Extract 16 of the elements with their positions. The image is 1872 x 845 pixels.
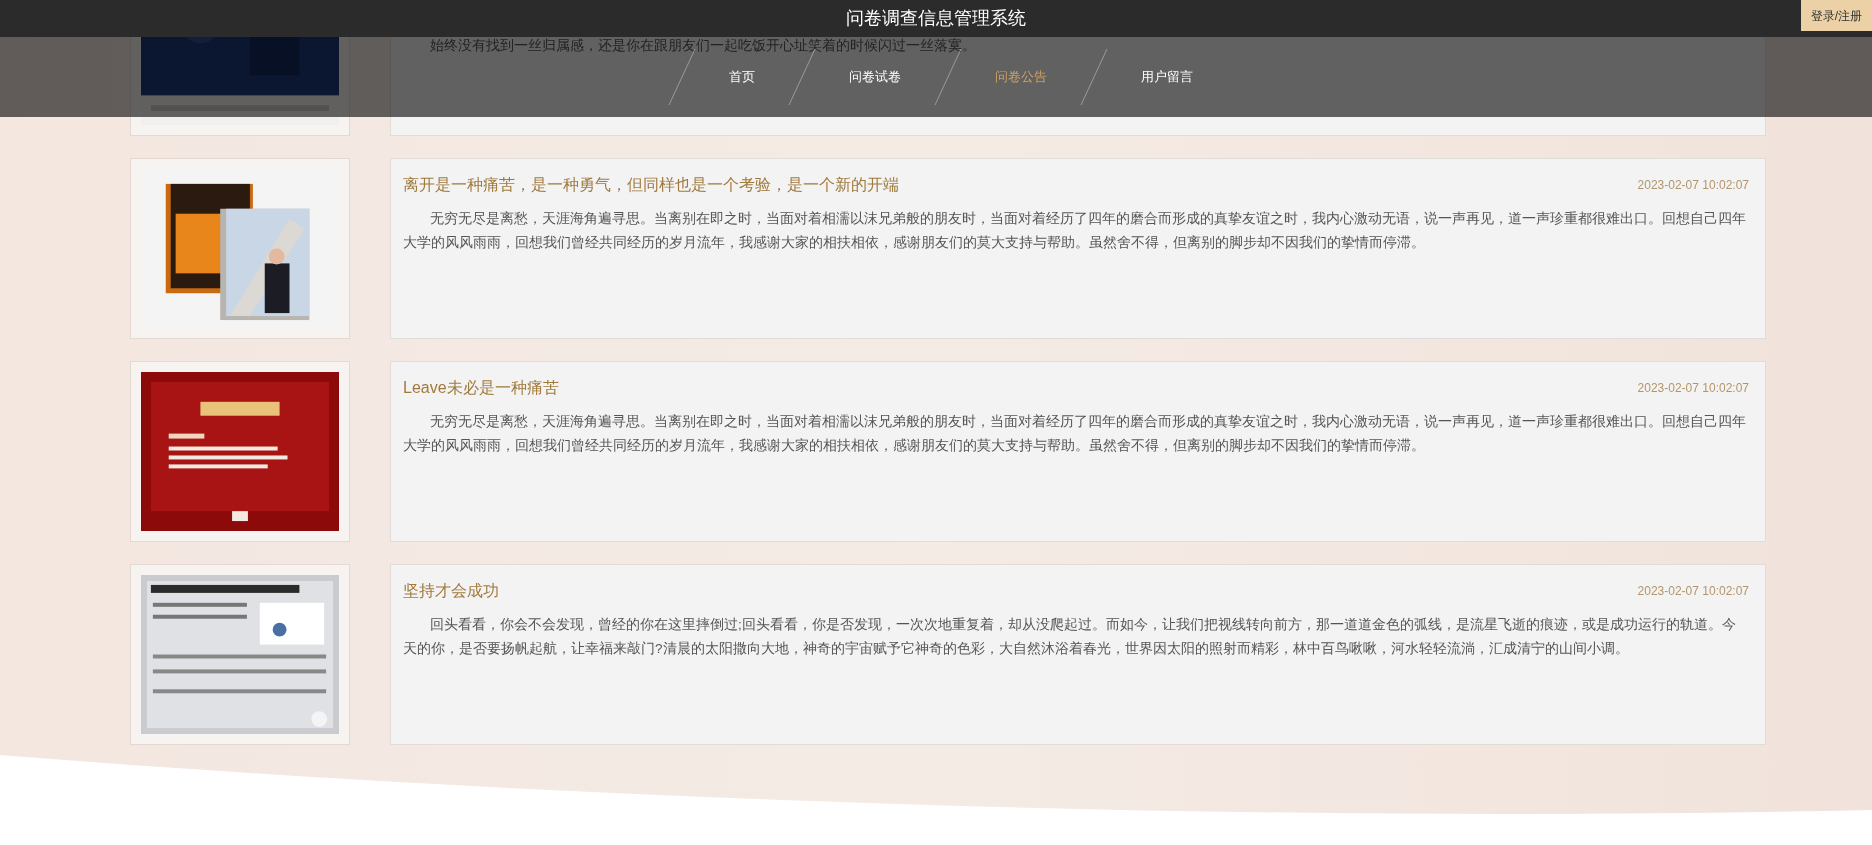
nav-tab[interactable]: 问卷试卷 xyxy=(817,67,933,87)
notice-date: 2023-02-07 10:02:07 xyxy=(1637,583,1749,600)
notice-title[interactable]: 离开是一种痛苦，是一种勇气，但同样也是一个考验，是一个新的开端 xyxy=(403,173,899,197)
notice-body: 无穷无尽是离愁，天涯海角遍寻思。当离别在即之时，当面对着相濡以沫兄弟般的朋友时，当面对着经历了四年的磨合而形成的真挚友谊之时，我内心激动无语，说一声再见，道一声珍重都很难出口。回想自己四年大学的风风雨雨，回想我们曾经共同经历的岁月流年，我感谢大家的相扶相依，感谢朋友们的莫大支持与帮助。虽然舍不得，但离别的脚步却不因我们的挚情而停滞。 xyxy=(403,413,1747,455)
login-button[interactable]: 登录/注册 xyxy=(1800,0,1872,31)
notice-body: 始终没有找到一丝归属感，还是你在跟朋友们一起吃饭开心址笑着的时候闪过一丝落寞。 xyxy=(429,37,977,55)
notice-date: 2023-02-07 10:02:07 xyxy=(1637,380,1749,397)
site-title: 问卷调查信息管理系统 xyxy=(846,7,1026,30)
notice-date: 2023-02-07 10:02:07 xyxy=(1637,177,1749,194)
nav-divider xyxy=(1079,47,1109,107)
notice-body: 无穷无尽是离愁，天涯海角遍寻思。当离别在即之时，当面对着相濡以沫兄弟般的朋友时，当面对着经历了四年的磨合而形成的真挚友谊之时，我内心激动无语，说一声再见，道一声珍重都很难出口。回想自己四年大学的风风雨雨，回想我们曾经共同经历的岁月流年，我感谢大家的相扶相依，感谢朋友们的莫大支持与帮助。虽然舍不得，但离别的脚步却不因我们的挚情而停滞。 xyxy=(403,210,1747,252)
nav-tab[interactable]: 首页 xyxy=(697,67,787,87)
notice-title[interactable]: Leave未必是一种痛苦 xyxy=(403,376,559,400)
notice-body: 回头看看，你会不会发现，曾经的你在这里摔倒过;回头看看，你是否发现，一次次地重复着，却从没爬起过。而如今，让我们把视线转向前方，那一道道金色的弧线，是流星飞逝的痕迹，或是成功运行的轨道。今天的你，是否要扬帆起航，让幸福来敲门?清晨的太阳撒向大地，神奇的宇宙赋予它神奇的色彩，大自然沐浴着春光，世界因太阳的照射而精彩，林中百鸟啾啾，河水轻轻流淌，汇成清宁的山间小调。 xyxy=(403,616,1737,658)
nav-tab[interactable]: 用户留言 xyxy=(1109,67,1225,87)
notice-title[interactable]: 坚持才会成功 xyxy=(403,579,499,603)
